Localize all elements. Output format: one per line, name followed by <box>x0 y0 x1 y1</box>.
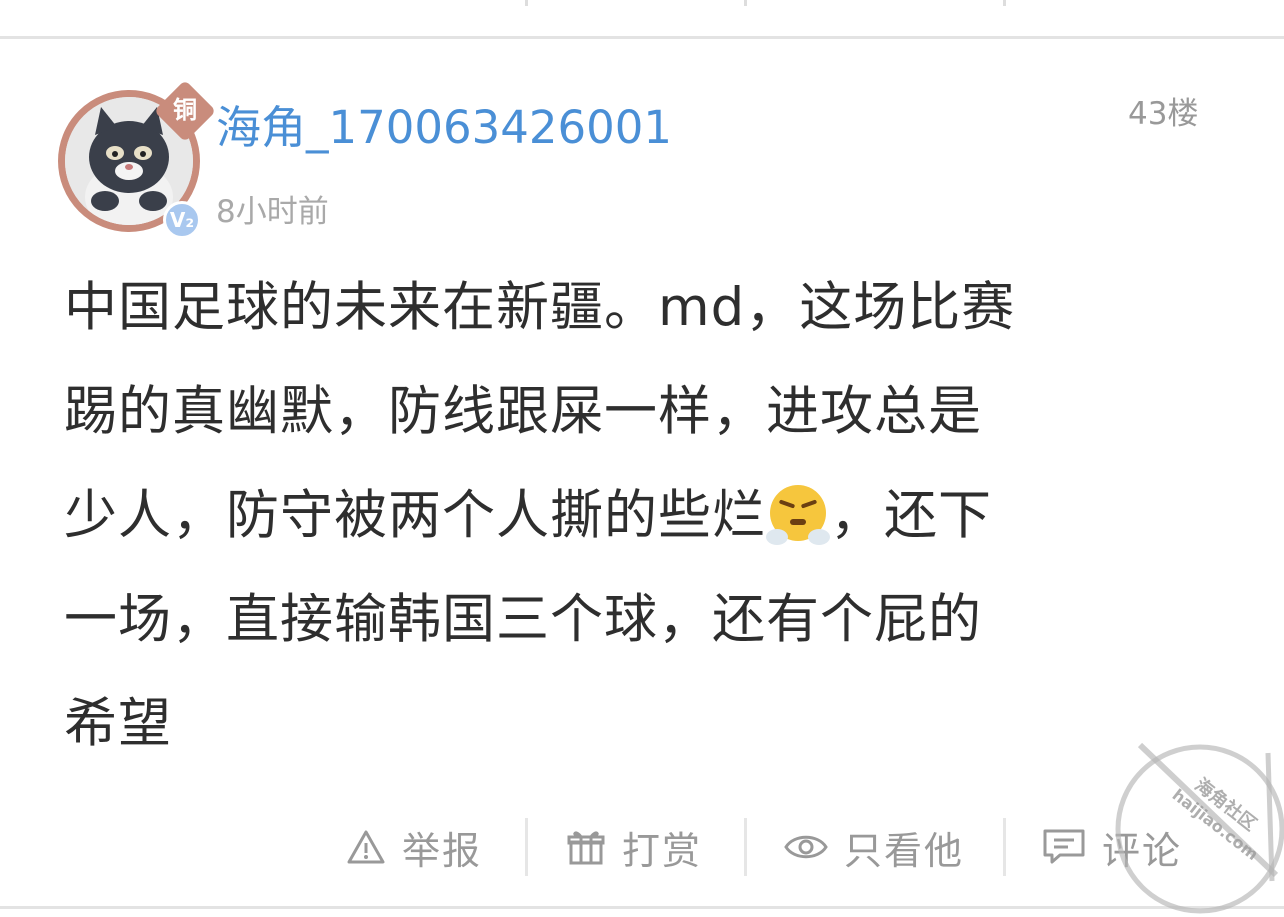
haijiao-watermark-icon: 海角社区 haijiao.com <box>1115 742 1284 914</box>
rank-badge-label: 铜 <box>173 96 197 124</box>
eye-icon <box>784 835 828 859</box>
avatar[interactable]: 铜 V₂ <box>58 79 217 239</box>
divider <box>1003 0 1006 6</box>
report-label: 举报 <box>402 828 483 873</box>
floor-number: 43楼 <box>1128 96 1199 132</box>
post-timestamp: 8小时前 <box>216 194 329 230</box>
post-action-bar: 举报 打赏 只看他 评论 <box>0 812 1284 882</box>
copper-rank-badge: 铜 <box>153 79 217 143</box>
huffing-face-emoji-icon <box>766 485 830 545</box>
post-separator-top <box>0 36 1284 39</box>
post-content: 中国足球的未来在新疆。md，这场比赛 踢的真幽默，防线跟屎一样，进攻总是 少人，… <box>64 256 1214 776</box>
content-text: ，还下 <box>830 485 992 546</box>
level-badge: V₂ <box>163 201 201 239</box>
reward-button[interactable]: 打赏 <box>566 812 702 882</box>
content-line: 中国足球的未来在新疆。md，这场比赛 <box>64 277 1016 338</box>
reward-label: 打赏 <box>622 828 703 873</box>
gift-icon <box>567 831 605 865</box>
comment-icon <box>1043 829 1085 864</box>
content-line: 踢的真幽默，防线跟屎一样，进攻总是 <box>64 381 982 442</box>
only-him-button[interactable]: 只看他 <box>784 812 964 882</box>
content-line: 一场，直接输韩国三个球，还有个屁的 <box>64 589 982 650</box>
content-text: 少人，防守被两个人撕的些烂 <box>64 485 766 546</box>
warning-icon <box>347 830 385 864</box>
divider <box>525 818 528 876</box>
post-separator-bottom <box>0 906 1284 909</box>
only-him-label: 只看他 <box>844 828 965 873</box>
username-link[interactable]: 海角_170063426001 <box>216 98 672 158</box>
content-line: 希望 <box>64 693 172 754</box>
previous-action-bar-remnant <box>0 0 1284 36</box>
content-line: 少人，防守被两个人撕的些烂 ，还下 <box>64 464 1214 568</box>
divider <box>744 818 747 876</box>
report-button[interactable]: 举报 <box>346 812 482 882</box>
divider <box>1003 818 1006 876</box>
divider <box>744 0 747 6</box>
divider <box>525 0 528 6</box>
